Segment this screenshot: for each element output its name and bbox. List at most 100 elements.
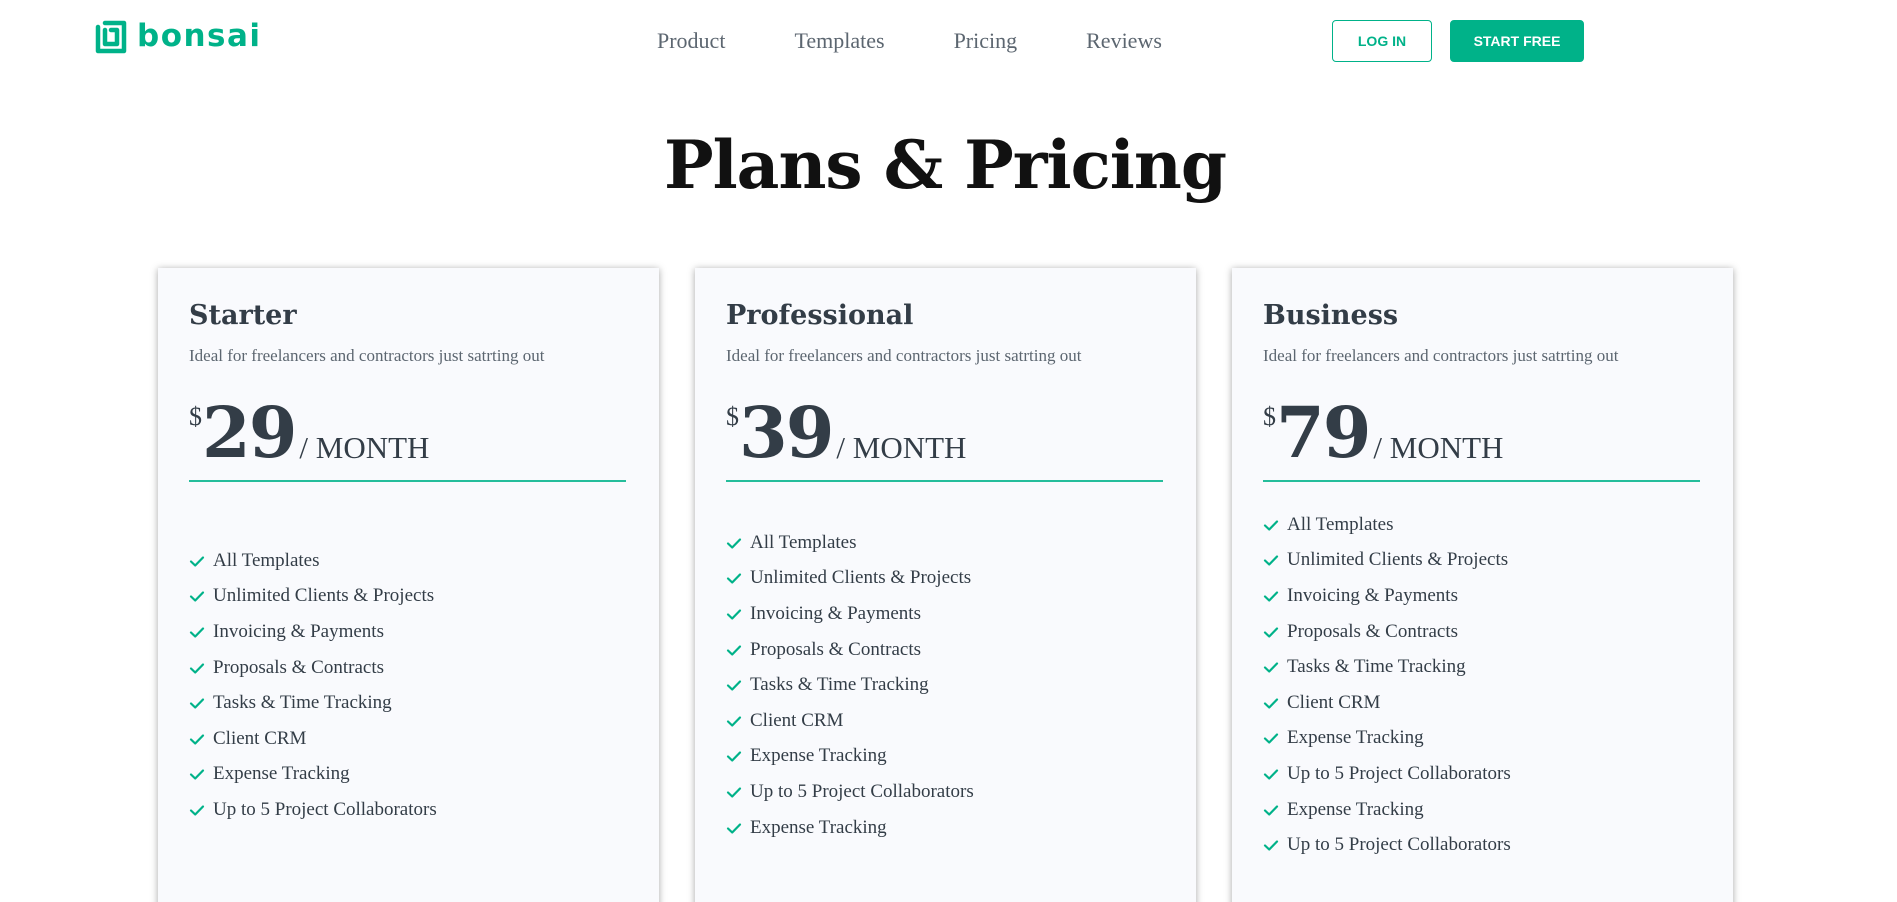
check-icon <box>1263 698 1279 709</box>
feature-item: Expense Tracking <box>726 739 974 775</box>
feature-label: Up to 5 Project Collaborators <box>213 798 437 820</box>
plan-name: Starter <box>189 300 297 331</box>
check-icon <box>1263 591 1279 602</box>
feature-label: Up to 5 Project Collaborators <box>750 780 974 802</box>
check-icon <box>189 734 205 745</box>
feature-label: Proposals & Contracts <box>1287 620 1458 642</box>
plan-price: $ 39 / MONTH <box>726 398 966 468</box>
feature-label: Expense Tracking <box>750 745 887 767</box>
feature-label: Expense Tracking <box>1287 798 1424 820</box>
check-icon <box>726 538 742 549</box>
feature-item: Unlimited Clients & Projects <box>1263 543 1511 579</box>
plan-description: Ideal for freelancers and contractors ju… <box>1263 346 1619 365</box>
feature-item: Invoicing & Payments <box>1263 578 1511 614</box>
check-icon <box>1263 555 1279 566</box>
price-amount: 39 <box>739 391 834 474</box>
nav-reviews[interactable]: Reviews <box>1086 28 1162 54</box>
check-icon <box>189 591 205 602</box>
feature-label: Up to 5 Project Collaborators <box>1287 834 1511 856</box>
feature-item: Unlimited Clients & Projects <box>189 579 437 615</box>
check-icon <box>189 556 205 567</box>
feature-label: Proposals & Contracts <box>750 638 921 660</box>
check-icon <box>726 609 742 620</box>
feature-label: Tasks & Time Tracking <box>750 674 929 696</box>
check-icon <box>189 627 205 638</box>
plan-price: $ 79 / MONTH <box>1263 398 1503 468</box>
page-title: Plans & Pricing <box>663 126 1227 204</box>
feature-label: Invoicing & Payments <box>1287 584 1458 606</box>
feature-item: All Templates <box>726 525 974 561</box>
price-currency: $ <box>1263 402 1276 431</box>
price-amount: 29 <box>202 391 297 474</box>
price-currency: $ <box>726 402 739 431</box>
price-divider <box>1263 480 1700 482</box>
price-divider <box>189 480 626 482</box>
check-icon <box>1263 626 1279 638</box>
price-currency: $ <box>189 402 202 431</box>
feature-item: Client CRM <box>1263 685 1511 721</box>
price-amount: 79 <box>1276 391 1371 474</box>
feature-list: All Templates Unlimited Clients & Project… <box>1263 507 1511 863</box>
feature-item: Tasks & Time Tracking <box>726 667 974 703</box>
check-icon <box>189 662 205 674</box>
price-period: / MONTH <box>299 430 430 465</box>
plan-card-starter: Starter Ideal for freelancers and contra… <box>158 268 659 902</box>
feature-item: Unlimited Clients & Projects <box>726 561 974 597</box>
check-icon <box>726 751 742 762</box>
plan-name: Professional <box>726 300 914 331</box>
plan-card-professional: Professional Ideal for freelancers and c… <box>695 268 1196 902</box>
feature-item: Client CRM <box>726 703 974 739</box>
price-period: / MONTH <box>1373 430 1504 465</box>
plan-name: Business <box>1263 300 1399 331</box>
feature-label: Tasks & Time Tracking <box>1287 656 1466 678</box>
check-icon <box>189 769 205 780</box>
check-icon <box>726 787 742 798</box>
feature-item: Proposals & Contracts <box>726 632 974 668</box>
check-icon <box>726 716 742 727</box>
check-icon <box>726 822 742 834</box>
price-period: / MONTH <box>836 430 967 465</box>
feature-label: Expense Tracking <box>750 816 887 838</box>
feature-label: Unlimited Clients & Projects <box>213 585 435 607</box>
feature-label: Unlimited Clients & Projects <box>750 567 972 589</box>
feature-label: Up to 5 Project Collaborators <box>1287 762 1511 784</box>
nav-templates[interactable]: Templates <box>794 28 884 54</box>
start-free-button[interactable]: START FREE <box>1450 20 1584 62</box>
check-icon <box>1263 520 1279 531</box>
logo-text: bonsai <box>137 17 262 54</box>
nav-product[interactable]: Product <box>657 28 725 54</box>
feature-label: Expense Tracking <box>213 763 350 785</box>
feature-label: All Templates <box>213 549 320 571</box>
feature-label: Expense Tracking <box>1287 727 1424 749</box>
feature-item: Client CRM <box>189 721 437 757</box>
feature-item: Expense Tracking <box>726 810 974 846</box>
check-icon <box>1263 769 1279 780</box>
feature-label: All Templates <box>750 531 857 553</box>
feature-label: Proposals & Contracts <box>213 656 384 678</box>
plan-price: $ 29 / MONTH <box>189 398 429 468</box>
feature-item: Proposals & Contracts <box>1263 614 1511 650</box>
feature-item: Invoicing & Payments <box>726 596 974 632</box>
feature-label: Invoicing & Payments <box>750 602 921 624</box>
feature-item: Up to 5 Project Collaborators <box>189 792 437 828</box>
feature-label: Client CRM <box>213 727 307 749</box>
feature-item: Up to 5 Project Collaborators <box>726 774 974 810</box>
logo[interactable]: bonsai <box>95 20 262 54</box>
check-icon <box>726 573 742 584</box>
check-icon <box>726 680 742 691</box>
nav-pricing[interactable]: Pricing <box>954 28 1018 54</box>
bonsai-logo-icon <box>95 20 127 54</box>
feature-label: Invoicing & Payments <box>213 620 384 642</box>
check-icon <box>726 644 742 656</box>
feature-item: Up to 5 Project Collaborators <box>1263 827 1511 863</box>
feature-label: Client CRM <box>1287 691 1381 713</box>
feature-item: Tasks & Time Tracking <box>189 685 437 721</box>
check-icon <box>189 805 205 816</box>
feature-item: Invoicing & Payments <box>189 614 437 650</box>
feature-item: Expense Tracking <box>189 757 437 793</box>
check-icon <box>1263 733 1279 744</box>
feature-label: All Templates <box>1287 513 1394 535</box>
plan-description: Ideal for freelancers and contractors ju… <box>189 346 545 365</box>
feature-item: Expense Tracking <box>1263 792 1511 828</box>
login-button[interactable]: LOG IN <box>1332 20 1432 62</box>
